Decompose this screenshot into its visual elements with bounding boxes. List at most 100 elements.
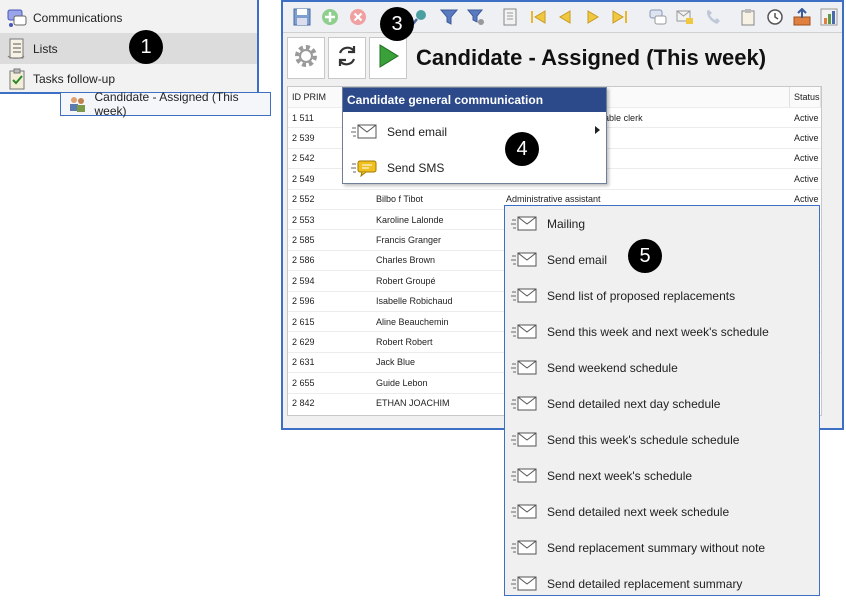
cell-id: 2 842 bbox=[292, 398, 315, 409]
cell-name: Isabelle Robichaud bbox=[376, 296, 453, 307]
cell-name: Francis Granger bbox=[376, 234, 442, 245]
email-icon bbox=[511, 539, 541, 557]
email-icon bbox=[351, 123, 381, 141]
email-icon bbox=[511, 395, 541, 413]
submenu-item[interactable]: Send this week and next week's schedule bbox=[505, 314, 819, 350]
next-record-icon[interactable] bbox=[582, 6, 604, 28]
email-icon bbox=[511, 503, 541, 521]
tasks-icon bbox=[5, 67, 29, 91]
email-icon bbox=[511, 359, 541, 377]
email-icon bbox=[511, 287, 541, 305]
email-icon bbox=[511, 215, 541, 233]
cell-name: Karoline Lalonde bbox=[376, 214, 444, 225]
submenu-item-label: Send detailed next day schedule bbox=[547, 397, 721, 411]
people-list-icon bbox=[67, 95, 89, 113]
settings-button[interactable] bbox=[287, 37, 325, 79]
candidate-communication-menu: Candidate general communication Send ema… bbox=[342, 87, 607, 184]
cell-status: Active bbox=[794, 132, 819, 143]
chat-icon[interactable] bbox=[647, 6, 669, 28]
cell-name: Robert Groupé bbox=[376, 275, 436, 286]
list-candidate-assigned-label: Candidate - Assigned (This week) bbox=[94, 90, 239, 118]
cell-id: 2 552 bbox=[292, 194, 315, 205]
cell-name: ETHAN JOACHIM bbox=[376, 398, 450, 409]
menu-item-send-email[interactable]: Send email bbox=[343, 116, 606, 148]
lists-icon bbox=[5, 37, 29, 61]
email-icon bbox=[511, 575, 541, 593]
chart-icon[interactable] bbox=[818, 6, 840, 28]
submenu-item[interactable]: Send detailed next week schedule bbox=[505, 494, 819, 530]
submenu-item-label: Send detailed next week schedule bbox=[547, 505, 730, 519]
sms-icon bbox=[351, 159, 381, 177]
export-icon[interactable] bbox=[791, 6, 813, 28]
menu-item-label: Send SMS bbox=[387, 161, 445, 175]
cell-id: 2 585 bbox=[292, 234, 315, 245]
clipboard-icon[interactable] bbox=[737, 6, 759, 28]
cell-status: Active bbox=[794, 112, 819, 123]
cell-id: 2 655 bbox=[292, 377, 315, 388]
gear-icon bbox=[292, 42, 320, 75]
menu-item-label: Send email bbox=[387, 125, 448, 139]
callout-badge-4: 4 bbox=[505, 132, 539, 166]
submenu-item-label: Send detailed replacement summary bbox=[547, 577, 743, 591]
cell-id: 2 631 bbox=[292, 357, 315, 368]
cell-status: Active bbox=[794, 173, 819, 184]
delete-icon[interactable] bbox=[347, 6, 369, 28]
nav-item-communications[interactable]: Communications bbox=[0, 2, 257, 33]
run-button[interactable] bbox=[369, 37, 407, 79]
refresh-button[interactable] bbox=[328, 37, 366, 79]
cell-name: Aline Beauchemin bbox=[376, 316, 449, 327]
submenu-item-label: Send replacement summary without note bbox=[547, 541, 766, 555]
last-record-icon[interactable] bbox=[609, 6, 631, 28]
submenu-item[interactable]: Mailing bbox=[505, 206, 819, 242]
refresh-icon bbox=[334, 43, 360, 74]
submenu-item[interactable]: Send list of proposed replacements bbox=[505, 278, 819, 314]
submenu-item-label: Send email bbox=[547, 253, 608, 267]
filter-settings-icon[interactable] bbox=[465, 6, 487, 28]
email-icon bbox=[511, 431, 541, 449]
nav-item-label: Communications bbox=[33, 10, 123, 25]
cell-name: Bilbo f Tibot bbox=[376, 194, 424, 205]
submenu-item-label: Send list of proposed replacements bbox=[547, 289, 736, 303]
cell-id: 2 553 bbox=[292, 214, 315, 225]
first-record-icon[interactable] bbox=[527, 6, 549, 28]
list-candidate-assigned-item[interactable]: Candidate - Assigned (This week) bbox=[60, 90, 271, 118]
toolbar bbox=[283, 2, 842, 33]
cell-name: Jack Blue bbox=[376, 357, 416, 368]
filter-icon[interactable] bbox=[438, 6, 460, 28]
submenu-item-label: Send next week's schedule bbox=[547, 469, 693, 483]
submenu-item[interactable]: Send this week's schedule schedule bbox=[505, 422, 819, 458]
send-email-submenu: Mailing Send email Send list of proposed r… bbox=[504, 205, 820, 596]
add-icon[interactable] bbox=[319, 6, 341, 28]
submenu-item[interactable]: Send email bbox=[505, 242, 819, 278]
mail-merge-icon[interactable] bbox=[674, 6, 696, 28]
callout-badge-5: 5 bbox=[628, 239, 662, 273]
history-icon[interactable] bbox=[764, 6, 786, 28]
email-icon bbox=[511, 467, 541, 485]
submenu-item-label: Mailing bbox=[547, 217, 586, 231]
cell-name: Robert Robert bbox=[376, 336, 433, 347]
phone-icon[interactable] bbox=[702, 6, 724, 28]
email-icon bbox=[511, 251, 541, 269]
save-icon[interactable] bbox=[291, 6, 313, 28]
submenu-item[interactable]: Send weekend schedule bbox=[505, 350, 819, 386]
nav-item-label: Lists bbox=[33, 41, 58, 56]
page-title: Candidate - Assigned (This week) bbox=[416, 45, 767, 70]
submenu-item[interactable]: Send next week's schedule bbox=[505, 458, 819, 494]
submenu-item[interactable]: Send replacement summary without note bbox=[505, 530, 819, 566]
menu-header: Candidate general communication bbox=[343, 88, 606, 112]
previous-record-icon[interactable] bbox=[554, 6, 576, 28]
cell-status: Active bbox=[794, 153, 819, 164]
submenu-item[interactable]: Send detailed next day schedule bbox=[505, 386, 819, 422]
submenu-item-label: Send this week and next week's schedule bbox=[547, 325, 769, 339]
cell-id: 2 594 bbox=[292, 275, 315, 286]
callout-badge-3: 3 bbox=[380, 7, 414, 41]
report-icon[interactable] bbox=[499, 6, 521, 28]
cell-id: 2 629 bbox=[292, 336, 315, 347]
cell-name: Guide Lebon bbox=[376, 377, 428, 388]
play-icon bbox=[376, 43, 400, 74]
callout-badge-1: 1 bbox=[129, 30, 163, 64]
submenu-item-label: Send weekend schedule bbox=[547, 361, 678, 375]
submenu-arrow-icon bbox=[595, 126, 600, 134]
menu-item-send-sms[interactable]: Send SMS bbox=[343, 152, 606, 184]
column-header-status[interactable]: Status bbox=[790, 87, 821, 107]
